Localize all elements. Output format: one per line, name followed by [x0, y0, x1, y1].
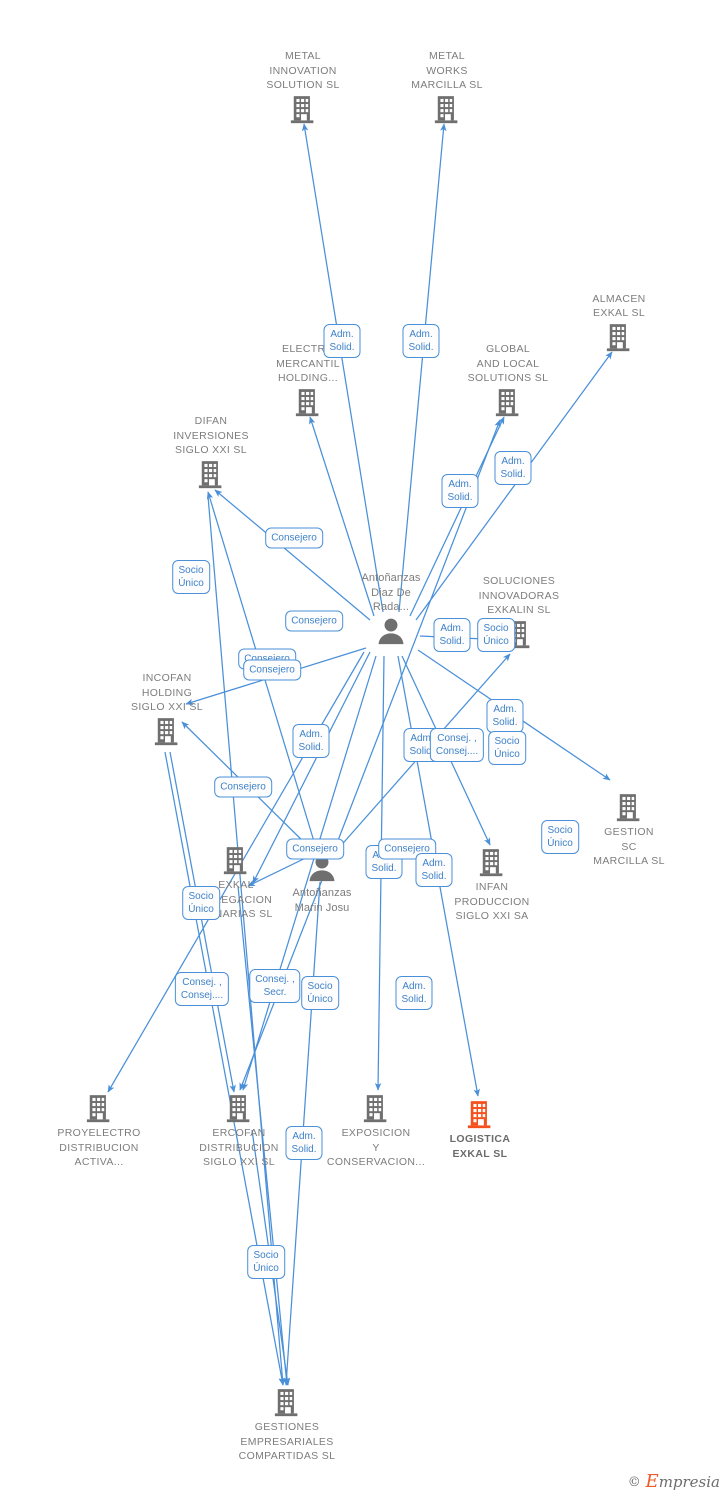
watermark-empresia: © Empresia	[628, 1471, 720, 1492]
node-label: GESTIONES EMPRESARIALES COMPARTIDAS SL	[238, 1421, 336, 1463]
node-label: Antoñanzas Diaz De Rada...	[361, 572, 421, 614]
node-label: GLOBAL AND LOCAL SOLUTIONS SL	[467, 343, 549, 385]
relation-badge[interactable]: Adm. Solid.	[486, 699, 524, 733]
building-icon	[227, 1388, 347, 1418]
relation-badge[interactable]: Consejero	[285, 610, 343, 632]
building-icon	[151, 460, 271, 490]
relation-badge[interactable]: Socio Único	[247, 1245, 285, 1279]
relation-badge[interactable]: Adm. Solid.	[402, 324, 440, 358]
graph-node-metal_works[interactable]: METAL WORKS MARCILLA SL	[387, 49, 507, 125]
building-icon	[243, 95, 363, 125]
relation-badge[interactable]: Adm. Solid.	[323, 324, 361, 358]
relation-badge[interactable]: Socio Único	[488, 731, 526, 765]
node-label: GESTION SC MARCILLA SL	[593, 826, 665, 868]
edge-layer	[107, 123, 613, 1386]
graph-node-exposicion[interactable]: EXPOSICION Y CONSERVACION...	[316, 1094, 436, 1170]
relation-badge[interactable]: Adm. Solid.	[292, 724, 330, 758]
relation-badge[interactable]: Consejero	[214, 776, 272, 798]
graph-node-metal_innovation[interactable]: METAL INNOVATION SOLUTION SL	[243, 49, 363, 125]
relation-badge[interactable]: Adm. Solid.	[395, 976, 433, 1010]
network-diagram-canvas: METAL INNOVATION SOLUTION SL METAL WORKS …	[0, 0, 728, 1500]
graph-node-difan[interactable]: DIFAN INVERSIONES SIGLO XXI SL	[151, 414, 271, 490]
graph-node-ercofan[interactable]: ERCOFAN DISTRIBUCION SIGLO XXI SL	[179, 1094, 299, 1170]
edge	[398, 123, 447, 613]
building-icon	[448, 388, 568, 418]
building-icon	[387, 95, 507, 125]
node-label: INCOFAN HOLDING SIGLO XXI SL	[131, 672, 203, 714]
edge	[169, 751, 236, 1093]
building-icon	[569, 793, 689, 823]
relation-badge[interactable]: Socio Único	[182, 886, 220, 920]
graph-node-almacen_exkal[interactable]: ALMACEN EXKAL SL	[559, 292, 679, 353]
relation-badge[interactable]: Consej. , Consej....	[174, 972, 230, 1006]
relation-badge[interactable]: Consej. , Consej....	[429, 728, 485, 762]
relation-badge[interactable]: Socio Único	[541, 820, 579, 854]
building-focus-icon	[420, 1100, 540, 1130]
building-icon	[316, 1094, 436, 1124]
graph-node-global_local[interactable]: GLOBAL AND LOCAL SOLUTIONS SL	[448, 342, 568, 418]
node-label: ALMACEN EXKAL SL	[592, 292, 646, 320]
relation-badge[interactable]: Socio Único	[477, 618, 515, 652]
relation-badge[interactable]: Adm. Solid.	[494, 451, 532, 485]
building-icon	[559, 323, 679, 353]
node-label: LOGISTICA EXKAL SL	[449, 1133, 511, 1160]
graph-node-incofan[interactable]: INCOFAN HOLDING SIGLO XXI SL	[107, 671, 227, 747]
building-icon	[179, 1094, 299, 1124]
relation-badge[interactable]: Adm. Solid.	[441, 474, 479, 508]
relation-badge[interactable]: Consejero	[286, 838, 344, 860]
node-label: METAL WORKS MARCILLA SL	[411, 50, 483, 92]
graph-node-antonanzas_marin[interactable]: Antoñanzas Marin Josu	[262, 854, 382, 915]
node-label: SOLUCIONES INNOVADORAS EXKALIN SL	[478, 575, 560, 617]
graph-node-gestiones_empresariales[interactable]: GESTIONES EMPRESARIALES COMPARTIDAS SL	[227, 1388, 347, 1464]
relation-badge[interactable]: Socio Único	[301, 976, 339, 1010]
graph-node-proyelectro[interactable]: PROYELECTRO DISTRIBUCION ACTIVA...	[39, 1094, 159, 1170]
relation-badge[interactable]: Adm. Solid.	[285, 1126, 323, 1160]
node-label: PROYELECTRO DISTRIBUCION ACTIVA...	[57, 1127, 141, 1169]
building-icon	[39, 1094, 159, 1124]
relation-badge[interactable]: Adm. Solid.	[415, 853, 453, 887]
relation-badge[interactable]: Socio Único	[172, 560, 210, 594]
copyright-symbol: ©	[627, 1475, 641, 1490]
node-label: INFAN PRODUCCION SIGLO XXI SA	[454, 881, 530, 923]
relation-badge[interactable]: Consej. , Secr.	[249, 969, 301, 1003]
node-label: Antoñanzas Marin Josu	[292, 887, 352, 914]
brand-initial: E	[645, 1471, 659, 1492]
graph-node-gestion_sc[interactable]: GESTION SC MARCILLA SL	[569, 793, 689, 869]
building-icon	[107, 717, 227, 747]
relation-badge[interactable]: Consejero	[243, 659, 301, 681]
graph-node-logistica_exkal[interactable]: LOGISTICA EXKAL SL	[420, 1100, 540, 1161]
node-label: EXPOSICION Y CONSERVACION...	[326, 1127, 426, 1169]
relation-badge[interactable]: Consejero	[265, 527, 323, 549]
brand-rest: mpresia	[658, 1473, 720, 1491]
relation-badge[interactable]: Adm. Solid.	[433, 618, 471, 652]
node-label: ERCOFAN DISTRIBUCION SIGLO XXI SL	[199, 1127, 279, 1169]
node-label: DIFAN INVERSIONES SIGLO XXI SL	[173, 415, 249, 457]
node-label: METAL INNOVATION SOLUTION SL	[266, 50, 340, 92]
